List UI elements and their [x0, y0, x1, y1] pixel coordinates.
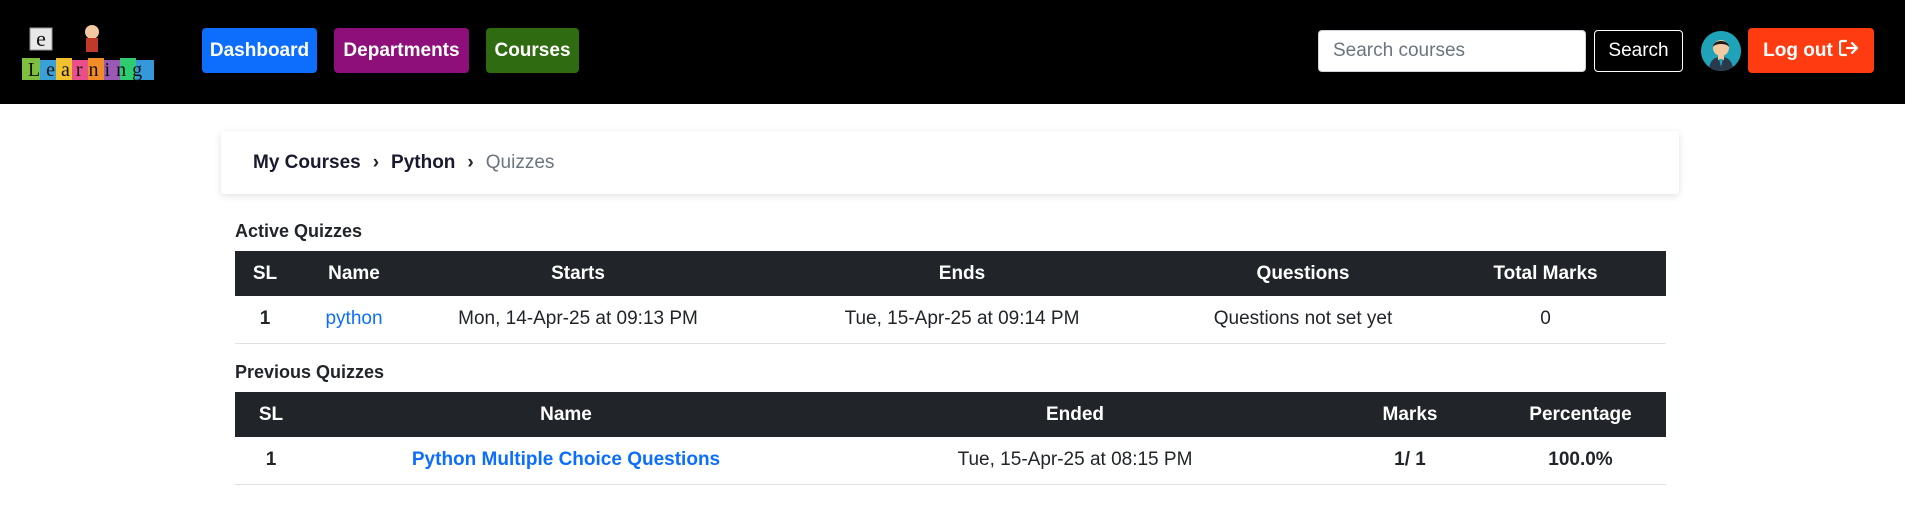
- sign-out-icon: [1838, 39, 1859, 63]
- column-header-ended: Ended: [1045, 403, 1105, 425]
- table-header-row: SL Name Ended Marks Percentage: [235, 392, 1666, 437]
- cell-ended: Tue, 15-Apr-25 at 08:15 PM: [957, 449, 1193, 471]
- cell-questions: Questions not set yet: [1213, 308, 1393, 330]
- search-input[interactable]: [1318, 30, 1586, 72]
- breadcrumb-current: Quizzes: [485, 151, 555, 173]
- column-header-ends: Ends: [938, 262, 986, 284]
- cell-sl: 1: [265, 449, 277, 471]
- previous-quizzes-table: SL Name Ended Marks Percentage 1 Python …: [235, 392, 1666, 485]
- cell-sl: 1: [259, 308, 271, 330]
- cell-total-marks: 0: [1540, 308, 1551, 330]
- breadcrumb-separator: ›: [467, 151, 474, 173]
- column-header-name: Name: [328, 262, 380, 284]
- breadcrumb-python[interactable]: Python: [391, 152, 455, 174]
- column-header-sl: SL: [252, 262, 278, 284]
- nav-dashboard-button[interactable]: Dashboard: [202, 28, 317, 73]
- active-quizzes-table: SL Name Starts Ends Questions Total Mark…: [235, 251, 1666, 344]
- breadcrumb: My Courses › Python › Quizzes: [221, 131, 1679, 194]
- column-header-marks: Marks: [1382, 403, 1438, 425]
- breadcrumb-separator: ›: [372, 151, 380, 173]
- table-row: 1 Python Multiple Choice Questions Tue, …: [235, 437, 1666, 484]
- column-header-starts: Starts: [551, 262, 605, 284]
- user-avatar-icon[interactable]: [1701, 31, 1741, 71]
- nav-courses-button[interactable]: Courses: [486, 28, 579, 73]
- elearning-logo[interactable]: e Learning: [20, 22, 174, 82]
- column-header-sl: SL: [258, 403, 284, 425]
- column-header-total-marks: Total Marks: [1493, 262, 1598, 284]
- logout-label: Log out: [1763, 39, 1833, 61]
- logo-word: Learning: [28, 59, 148, 81]
- logo-letter-e: e: [36, 26, 46, 51]
- table-header-row: SL Name Starts Ends Questions Total Mark…: [235, 251, 1666, 296]
- column-header-questions: Questions: [1256, 262, 1350, 284]
- previous-quizzes-title: Previous Quizzes: [235, 362, 385, 382]
- logout-button[interactable]: Log out: [1748, 28, 1874, 73]
- column-header-percentage: Percentage: [1529, 403, 1632, 425]
- cell-ends: Tue, 15-Apr-25 at 09:14 PM: [844, 308, 1080, 330]
- column-header-name: Name: [540, 403, 592, 425]
- top-navbar: e Learning Dashboard Departments Courses…: [0, 0, 1905, 104]
- quiz-name-link[interactable]: python: [295, 296, 413, 343]
- breadcrumb-my-courses[interactable]: My Courses: [253, 152, 361, 174]
- search-button[interactable]: Search: [1594, 30, 1683, 72]
- table-row: 1 python Mon, 14-Apr-25 at 09:13 PM Tue,…: [235, 296, 1666, 343]
- cell-percentage: 100.0%: [1548, 449, 1613, 471]
- cell-starts: Mon, 14-Apr-25 at 09:13 PM: [458, 308, 698, 330]
- nav-departments-button[interactable]: Departments: [334, 28, 469, 73]
- active-quizzes-title: Active Quizzes: [235, 221, 363, 241]
- cell-marks: 1/ 1: [1394, 449, 1426, 471]
- quiz-name-link[interactable]: Python Multiple Choice Questions: [307, 437, 825, 484]
